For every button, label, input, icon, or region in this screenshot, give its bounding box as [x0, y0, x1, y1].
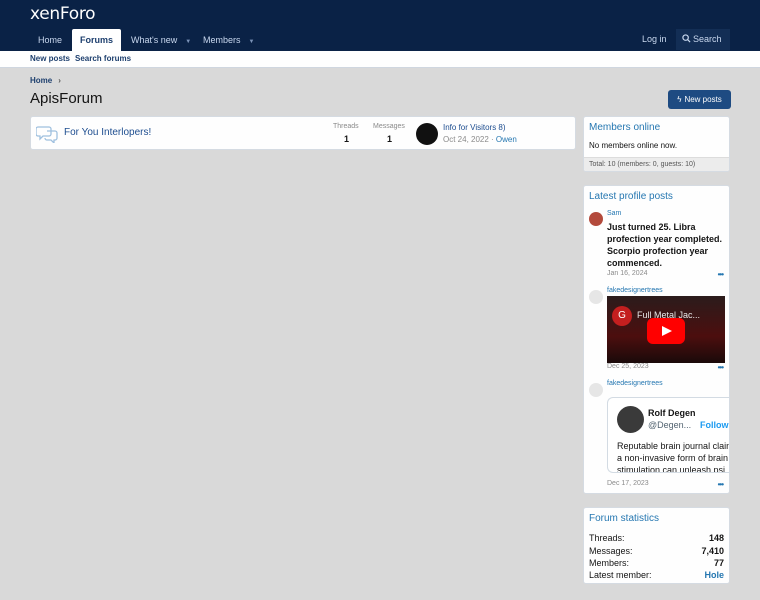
profile-post-user[interactable]: fakedesignertrees: [607, 380, 663, 387]
avatar[interactable]: [416, 123, 438, 145]
avatar[interactable]: [589, 383, 603, 397]
site-header: xenForo Home Forums What's new ▼ Members ▼…: [0, 0, 760, 51]
latest-thread-link[interactable]: Info for Visitors 8): [443, 123, 506, 132]
stat-value: 77: [713, 558, 724, 568]
avatar: [617, 406, 644, 433]
nav-forums[interactable]: Forums: [72, 29, 122, 51]
tweet-text: Reputable brain journal claim a non-inva…: [617, 441, 730, 473]
chevron-down-icon[interactable]: ▼: [185, 39, 191, 45]
profile-post-text: Just turned 25. Libra profection year co…: [607, 222, 723, 268]
profile-posts-block: Latest profile posts Sam Just turned 25.…: [583, 185, 730, 494]
profile-post-date[interactable]: Dec 17, 2023: [607, 480, 649, 487]
members-online-status: No members online now.: [589, 141, 678, 150]
stat-members: Members: 77: [589, 558, 724, 568]
breadcrumb-home[interactable]: Home: [30, 76, 52, 85]
threads-count: 1: [344, 134, 350, 144]
profile-post-user[interactable]: Sam: [607, 210, 621, 217]
latest-member-link[interactable]: Hole: [704, 570, 724, 580]
stat-value: 7,410: [701, 546, 724, 556]
stat-messages: Messages: 7,410: [589, 546, 724, 556]
profile-post-date[interactable]: Jan 16, 2024: [607, 270, 647, 277]
nav-home[interactable]: Home: [30, 29, 70, 51]
search-icon: [682, 34, 691, 43]
profile-post-user[interactable]: fakedesignertrees: [607, 287, 663, 294]
members-online-block: Members online No members online now. To…: [583, 116, 730, 172]
avatar[interactable]: [589, 290, 603, 304]
site-logo[interactable]: xenForo: [30, 4, 96, 24]
chat-bubbles-icon: [36, 126, 58, 143]
video-embed[interactable]: G Full Metal Jac...: [607, 296, 725, 363]
page-title: ApisForum: [30, 90, 103, 107]
more-options-icon[interactable]: •••: [718, 270, 724, 279]
more-options-icon[interactable]: •••: [718, 480, 724, 489]
nav-members[interactable]: Members ▼: [195, 29, 262, 51]
search-link[interactable]: Search: [676, 29, 730, 50]
latest-user-link[interactable]: Owen: [496, 135, 517, 144]
tweet-embed[interactable]: Rolf Degen @Degen... Follow Reputable br…: [607, 397, 730, 473]
nav-whats-new[interactable]: What's new ▼: [123, 29, 199, 51]
login-link[interactable]: Log in: [636, 29, 673, 50]
stat-latest-member: Latest member: Hole: [589, 570, 724, 580]
new-posts-button[interactable]: ϟ New posts: [668, 90, 731, 109]
stat-threads: Threads: 148: [589, 533, 724, 543]
forum-node: For You Interlopers! Threads 1 Messages …: [30, 116, 576, 150]
tweet-follow-button[interactable]: Follow: [700, 420, 729, 430]
profile-post-date[interactable]: Dec 25, 2023: [607, 363, 649, 370]
stat-label: Messages:: [589, 546, 633, 556]
chevron-down-icon[interactable]: ▼: [249, 39, 255, 45]
play-icon[interactable]: [647, 318, 685, 344]
profile-posts-title[interactable]: Latest profile posts: [584, 186, 729, 205]
latest-thread-meta: Oct 24, 2022 · Owen: [443, 135, 517, 144]
members-online-total: Total: 10 (members: 0, guests: 10): [584, 157, 729, 171]
forum-title-link[interactable]: For You Interlopers!: [64, 127, 151, 138]
lightning-icon: ϟ: [677, 95, 682, 104]
new-posts-link[interactable]: New posts: [30, 54, 70, 63]
messages-count: 1: [387, 134, 393, 144]
stat-label: Threads:: [589, 533, 625, 543]
stat-label: Latest member:: [589, 570, 652, 580]
latest-date[interactable]: Oct 24, 2022: [443, 135, 489, 144]
messages-label: Messages: [373, 123, 405, 130]
forum-stats-title: Forum statistics: [589, 513, 660, 524]
tweet-author: Rolf Degen: [648, 408, 696, 418]
members-online-title[interactable]: Members online: [584, 117, 729, 136]
sub-nav: New posts Search forums: [0, 51, 760, 68]
threads-label: Threads: [333, 123, 359, 130]
stat-value: 148: [708, 533, 724, 543]
more-options-icon[interactable]: •••: [718, 363, 724, 372]
tweet-handle: @Degen...: [648, 420, 692, 430]
search-forums-link[interactable]: Search forums: [75, 54, 131, 63]
stat-label: Members:: [589, 558, 630, 568]
breadcrumb: Home ›: [30, 76, 61, 85]
channel-avatar: G: [612, 306, 632, 326]
avatar[interactable]: [589, 212, 603, 226]
chevron-right-icon: ›: [58, 76, 61, 85]
forum-stats-block: Forum statistics Threads: 148 Messages: 7,…: [583, 507, 730, 584]
